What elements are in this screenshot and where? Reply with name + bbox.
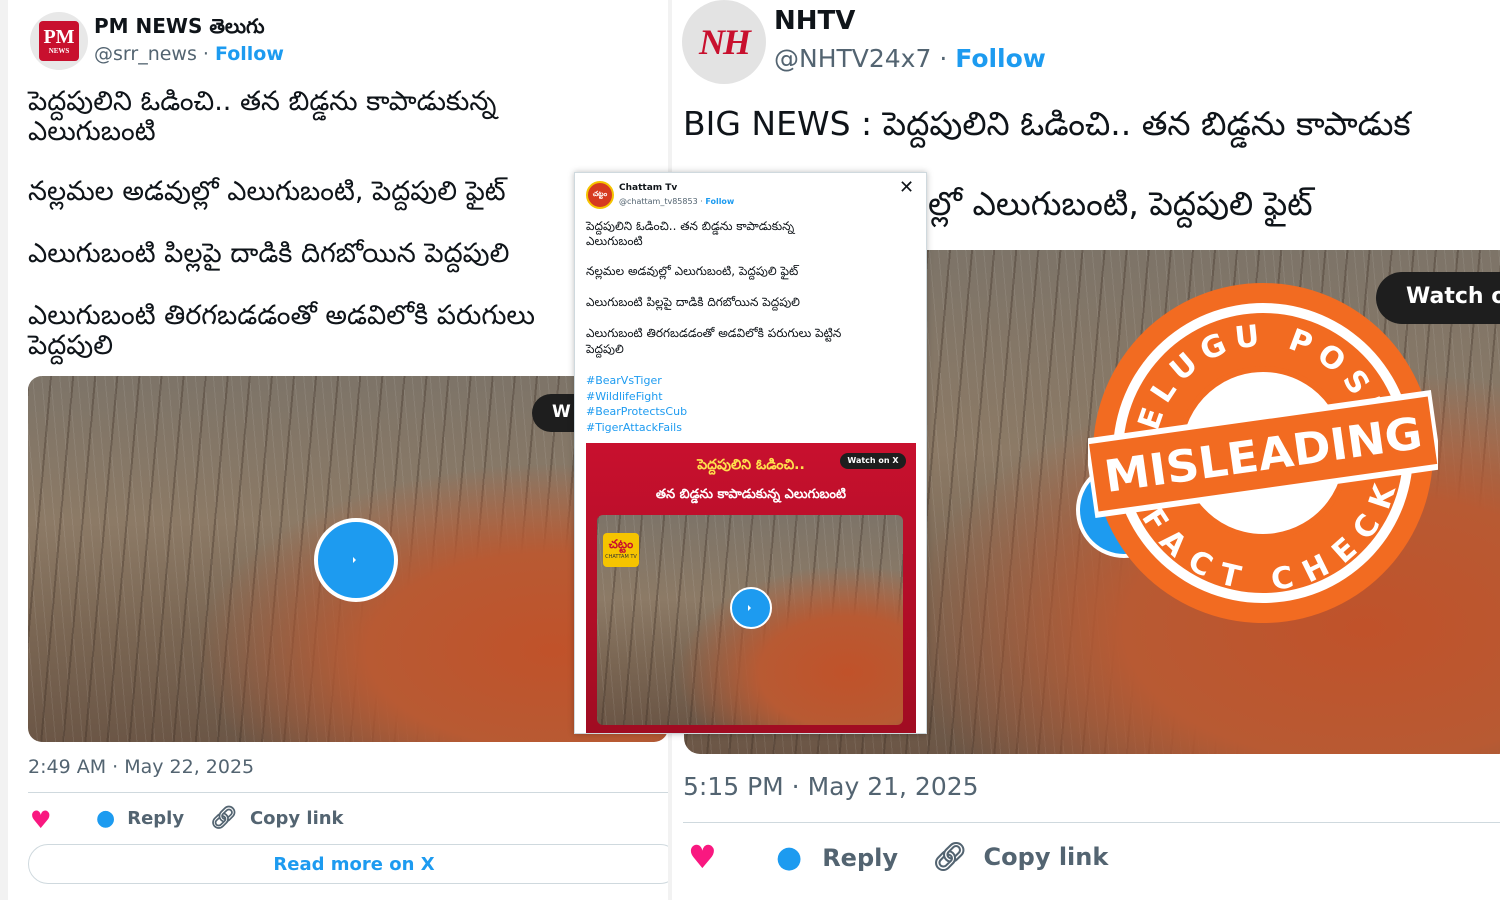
separator-dot: · <box>939 44 956 73</box>
logo-text: చట్టం <box>608 537 634 551</box>
logo-subtext: CHATTAM TV <box>605 554 637 560</box>
read-more-button[interactable]: Read more on X <box>28 844 668 884</box>
reply-bubble-icon: ● <box>96 806 116 831</box>
divider <box>28 792 668 793</box>
avatar-subtext: NEWS <box>48 47 70 55</box>
separator-dot: · <box>202 43 215 65</box>
divider <box>683 822 1500 823</box>
account-name[interactable]: Chattam Tv <box>619 183 677 193</box>
middle-tweet-card: చట్టం Chattam Tv @chattam_tv85853 · Foll… <box>574 172 927 734</box>
handle-row: @srr_news · Follow <box>94 43 284 65</box>
account-name[interactable]: NHTV <box>774 6 855 36</box>
handle-row: @chattam_tv85853 · Follow <box>619 197 734 206</box>
tweet-line-2: ఎలుగుబంటి <box>28 116 156 147</box>
follow-button[interactable]: Follow <box>705 197 734 206</box>
handle[interactable]: @chattam_tv85853 <box>619 197 698 206</box>
reply-label: Reply <box>127 808 185 829</box>
video-thumbnail[interactable]: చట్టం CHATTAM TV <box>597 515 903 725</box>
hashtag-link[interactable]: #BearProtectsCub <box>586 404 687 420</box>
tweet-line-2: ఎలుగుబంటి <box>586 234 643 248</box>
watch-label: W <box>552 402 571 422</box>
channel-logo: చట్టం CHATTAM TV <box>603 533 639 567</box>
copy-link-button[interactable]: 🔗︎ Copy link <box>210 806 344 831</box>
copy-link-button[interactable]: 🔗︎ Copy link <box>932 840 1108 873</box>
video-thumbnail[interactable]: W <box>28 376 668 742</box>
avatar-text: చట్టం <box>592 190 608 198</box>
tweet-line-5: ఎలుగుబంటి తిరగబడడంతో అడవిలోకి పరుగులు పె… <box>586 326 842 340</box>
tweet-line-1: BIG NEWS : పెద్దపులిని ఓడించి.. తన బిడ్డ… <box>683 104 1411 143</box>
tweet-line-6: పెద్దపులి <box>586 342 624 356</box>
tweet-line-3: నల్లమల అడవుల్లో ఎలుగుబంటి, పెద్దపులి ఫైట… <box>28 176 506 207</box>
close-icon[interactable]: ✕ <box>899 177 914 198</box>
hashtag-list: #BearVsTiger #WildlifeFight #BearProtect… <box>586 373 687 435</box>
copy-link-label: Copy link <box>249 808 344 829</box>
tweet-line-2: ల్లో ఎలుగుబంటి, పెద్దపులి ఫైట్ <box>928 184 1313 223</box>
heart-icon: ♥ <box>688 838 717 876</box>
tweet-line-4: ఎలుగుబంటి పిల్లపై దాడికి దిగబోయిన పెద్దప… <box>586 295 800 309</box>
hashtag-link[interactable]: #TigerAttackFails <box>586 420 687 436</box>
timestamp[interactable]: 2:49 AM · May 22, 2025 <box>28 756 254 778</box>
avatar[interactable]: PM NEWS <box>30 12 88 70</box>
watch-on-x-button[interactable]: Watch on X <box>840 453 906 469</box>
tweet-line-4: ఎలుగుబంటి పిల్లపై దాడికి దిగబోయిన పెద్దప… <box>28 238 510 269</box>
reply-bubble-icon: ● <box>776 840 803 875</box>
handle-row: @NHTV24x7 · Follow <box>774 44 1046 73</box>
account-name[interactable]: PM NEWS తెలుగు <box>94 14 265 43</box>
reply-label: Reply <box>822 843 898 872</box>
left-tweet-card: PM NEWS PM NEWS తెలుగు @srr_news · Follo… <box>8 0 668 900</box>
reply-button[interactable]: ● Reply <box>776 840 898 875</box>
hashtag-link[interactable]: #BearVsTiger <box>586 373 687 389</box>
handle[interactable]: @srr_news <box>94 43 197 65</box>
tweet-line-6: పెద్దపులి <box>28 330 113 361</box>
copy-link-label: Copy link <box>983 842 1109 871</box>
timestamp[interactable]: 5:15 PM · May 21, 2025 <box>683 772 979 801</box>
watch-label: Watch on X <box>847 456 899 465</box>
avatar-text: PM <box>43 26 75 48</box>
reply-button[interactable]: ● Reply <box>96 806 184 831</box>
avatar[interactable]: చట్టం <box>586 181 614 209</box>
hashtag-link[interactable]: #WildlifeFight <box>586 389 687 405</box>
play-button[interactable] <box>314 518 398 602</box>
avatar-text: NH <box>699 22 751 62</box>
video-card[interactable]: పెద్దపులిని ఓడించి.. తన బిడ్డను కాపాడుకు… <box>586 443 916 733</box>
play-button[interactable] <box>730 587 772 629</box>
follow-button[interactable]: Follow <box>215 43 284 65</box>
link-icon: 🔗︎ <box>932 840 968 873</box>
banner-headline-2: తన బిడ్డను కాపాడుకున్న ఎలుగుబంటి <box>655 487 847 502</box>
heart-icon: ♥ <box>30 806 52 834</box>
like-button[interactable]: ♥ <box>688 838 717 876</box>
like-button[interactable]: ♥ <box>30 806 52 834</box>
tweet-line-3: నల్లమల అడవుల్లో ఎలుగుబంటి, పెద్దపులి ఫైట… <box>586 264 799 278</box>
handle[interactable]: @NHTV24x7 <box>774 44 931 73</box>
fact-check-stamp: TELUGU POST FACT CHECK MISLEADING <box>1088 283 1438 623</box>
follow-button[interactable]: Follow <box>955 44 1046 73</box>
read-more-label: Read more on X <box>273 853 435 875</box>
avatar[interactable]: NH <box>682 0 766 84</box>
link-icon: 🔗︎ <box>210 806 238 831</box>
